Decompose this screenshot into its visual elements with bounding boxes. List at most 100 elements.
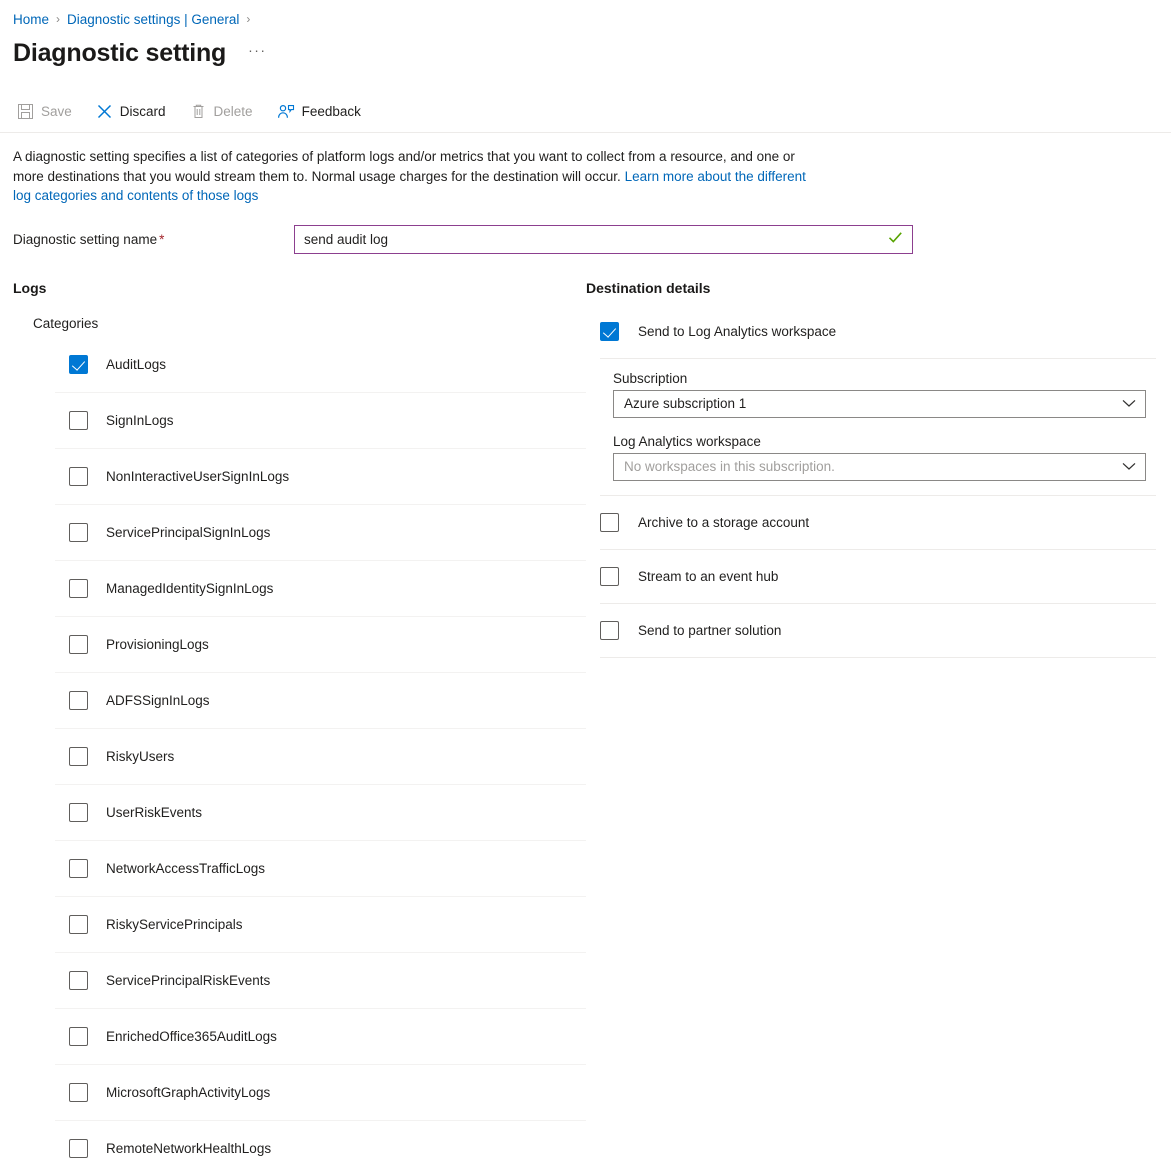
destination-option-checkbox[interactable] bbox=[600, 512, 619, 532]
log-category-checkbox[interactable] bbox=[69, 690, 88, 710]
diagnostic-setting-name-field[interactable] bbox=[294, 225, 913, 254]
log-category-label: ServicePrincipalRiskEvents bbox=[106, 972, 271, 988]
destination-option-row[interactable]: Archive to a storage account bbox=[600, 496, 1156, 550]
log-category-label: NonInteractiveUserSignInLogs bbox=[106, 468, 290, 484]
log-category-checkbox[interactable] bbox=[69, 1138, 88, 1158]
diagnostic-setting-name-row: Diagnostic setting name * bbox=[0, 224, 1171, 256]
destination-section-title: Destination details bbox=[586, 279, 711, 296]
log-category-row[interactable]: ProvisioningLogs bbox=[55, 617, 586, 673]
description-text: A diagnostic setting specifies a list of… bbox=[0, 133, 810, 206]
breadcrumb-chevron-icon: › bbox=[56, 11, 61, 26]
log-category-checkbox[interactable] bbox=[69, 970, 88, 990]
log-category-checkbox[interactable] bbox=[69, 466, 88, 486]
log-category-label: RiskyServicePrincipals bbox=[106, 916, 243, 932]
required-marker: * bbox=[159, 232, 165, 247]
breadcrumb-item-home[interactable]: Home bbox=[13, 12, 49, 27]
destination-options: Send to Log Analytics workspace Subscrip… bbox=[600, 305, 1156, 658]
feedback-icon bbox=[277, 103, 295, 120]
destination-option-row[interactable]: Send to partner solution bbox=[600, 604, 1156, 658]
destination-option-row[interactable]: Stream to an event hub bbox=[600, 550, 1156, 604]
log-category-checkbox[interactable] bbox=[69, 1026, 88, 1046]
save-button[interactable]: Save bbox=[17, 96, 72, 126]
log-category-row[interactable]: NetworkAccessTrafficLogs bbox=[55, 841, 586, 897]
discard-button[interactable]: Discard bbox=[96, 96, 166, 126]
page-title: Diagnostic setting bbox=[13, 39, 227, 67]
log-category-checkbox[interactable] bbox=[69, 410, 88, 430]
log-analytics-details: Subscription Azure subscription 1 Log An… bbox=[600, 359, 1156, 496]
workspace-value: No workspaces in this subscription. bbox=[624, 459, 835, 474]
log-category-checkbox[interactable] bbox=[69, 914, 88, 934]
destination-option-label: Archive to a storage account bbox=[638, 514, 810, 530]
logs-section-title: Logs bbox=[13, 279, 47, 296]
log-category-label: ADFSSignInLogs bbox=[106, 692, 210, 708]
log-category-label: RiskyUsers bbox=[106, 748, 175, 764]
log-category-label: MicrosoftGraphActivityLogs bbox=[106, 1084, 271, 1100]
discard-label: Discard bbox=[119, 103, 166, 119]
discard-icon bbox=[96, 103, 113, 120]
workspace-label: Log Analytics workspace bbox=[613, 433, 761, 449]
log-category-label: UserRiskEvents bbox=[106, 804, 203, 820]
log-category-row[interactable]: ManagedIdentitySignInLogs bbox=[55, 561, 586, 617]
log-category-row[interactable]: ServicePrincipalSignInLogs bbox=[55, 505, 586, 561]
chevron-down-icon bbox=[1122, 396, 1136, 411]
log-category-checkbox[interactable] bbox=[69, 802, 88, 822]
name-label-text: Diagnostic setting name bbox=[13, 232, 158, 247]
log-category-label: ProvisioningLogs bbox=[106, 636, 209, 652]
log-category-row[interactable]: RemoteNetworkHealthLogs bbox=[55, 1121, 586, 1174]
destination-extra-options: Archive to a storage account Stream to an… bbox=[600, 496, 1156, 658]
log-categories-list: AuditLogs SignInLogs NonInteractiveUserSig… bbox=[55, 337, 586, 1174]
breadcrumb: Home › Diagnostic settings | General › bbox=[0, 0, 1171, 30]
save-icon bbox=[17, 103, 34, 120]
destination-option-checkbox[interactable] bbox=[600, 566, 619, 586]
log-category-row[interactable]: RiskyServicePrincipals bbox=[55, 897, 586, 953]
subscription-value: Azure subscription 1 bbox=[624, 396, 747, 411]
log-category-row[interactable]: RiskyUsers bbox=[55, 729, 586, 785]
delete-label: Delete bbox=[213, 103, 253, 119]
destination-log-analytics-row[interactable]: Send to Log Analytics workspace bbox=[600, 305, 1156, 359]
log-category-label: EnrichedOffice365AuditLogs bbox=[106, 1028, 277, 1044]
destination-option-label: Send to partner solution bbox=[638, 622, 782, 638]
log-category-label: ManagedIdentitySignInLogs bbox=[106, 580, 274, 596]
workspace-dropdown[interactable]: No workspaces in this subscription. bbox=[613, 452, 1146, 481]
log-category-label: AuditLogs bbox=[106, 356, 167, 372]
log-category-row[interactable]: AuditLogs bbox=[55, 337, 586, 393]
log-category-row[interactable]: NonInteractiveUserSignInLogs bbox=[55, 449, 586, 505]
diagnostic-setting-name-label: Diagnostic setting name * bbox=[13, 232, 294, 247]
destination-option-checkbox[interactable] bbox=[600, 620, 619, 640]
log-category-checkbox[interactable] bbox=[69, 578, 88, 598]
page-header: Diagnostic setting ··· bbox=[0, 30, 1171, 74]
subscription-dropdown[interactable]: Azure subscription 1 bbox=[613, 389, 1146, 418]
log-category-checkbox[interactable] bbox=[69, 634, 88, 654]
breadcrumb-item-diagnostic-settings[interactable]: Diagnostic settings | General bbox=[67, 12, 239, 27]
log-category-checkbox[interactable] bbox=[69, 1082, 88, 1102]
log-analytics-checkbox[interactable] bbox=[600, 321, 619, 341]
log-category-checkbox[interactable] bbox=[69, 746, 88, 766]
breadcrumb-chevron-icon-2: › bbox=[246, 11, 251, 26]
categories-label: Categories bbox=[33, 315, 99, 331]
command-bar: Save Discard Delete Feedback bbox=[0, 90, 1171, 132]
save-label: Save bbox=[41, 103, 72, 119]
log-category-checkbox[interactable] bbox=[69, 354, 88, 374]
more-options-icon[interactable]: ··· bbox=[248, 42, 267, 58]
log-analytics-label: Send to Log Analytics workspace bbox=[638, 323, 837, 339]
destination-panel: Destination details Send to Log Analytic… bbox=[586, 280, 1156, 1174]
subscription-label: Subscription bbox=[613, 370, 688, 386]
log-category-checkbox[interactable] bbox=[69, 522, 88, 542]
log-category-row[interactable]: UserRiskEvents bbox=[55, 785, 586, 841]
log-category-label: ServicePrincipalSignInLogs bbox=[106, 524, 271, 540]
delete-icon bbox=[190, 103, 207, 120]
feedback-label: Feedback bbox=[301, 103, 361, 119]
log-category-row[interactable]: MicrosoftGraphActivityLogs bbox=[55, 1065, 586, 1121]
log-category-row[interactable]: EnrichedOffice365AuditLogs bbox=[55, 1009, 586, 1065]
logs-panel: Logs Categories AuditLogs SignInLogs NonIn… bbox=[13, 280, 586, 1174]
log-category-row[interactable]: SignInLogs bbox=[55, 393, 586, 449]
log-category-label: SignInLogs bbox=[106, 412, 174, 428]
main-content: Logs Categories AuditLogs SignInLogs NonIn… bbox=[0, 280, 1171, 1174]
feedback-button[interactable]: Feedback bbox=[277, 96, 361, 126]
delete-button[interactable]: Delete bbox=[190, 96, 253, 126]
log-category-row[interactable]: ADFSSignInLogs bbox=[55, 673, 586, 729]
log-category-row[interactable]: ServicePrincipalRiskEvents bbox=[55, 953, 586, 1009]
destination-option-label: Stream to an event hub bbox=[638, 568, 779, 584]
log-category-checkbox[interactable] bbox=[69, 858, 88, 878]
diagnostic-setting-name-input[interactable] bbox=[295, 226, 912, 253]
